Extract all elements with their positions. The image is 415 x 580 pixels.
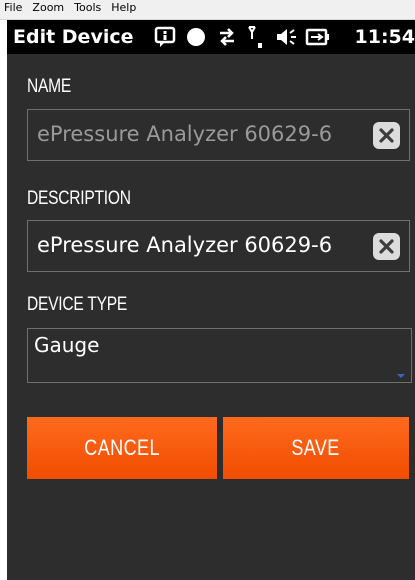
device-type-label: DEVICE TYPE (27, 294, 128, 315)
cancel-button-label: CANCEL (84, 435, 160, 460)
description-field[interactable]: ePressure Analyzer 60629-6 (27, 220, 410, 272)
device-type-value: Gauge (34, 333, 100, 357)
name-label: NAME (27, 76, 72, 97)
notification-icon[interactable] (150, 23, 180, 51)
dropdown-arrow-icon (397, 374, 405, 378)
clock-time: 11:54 (354, 26, 415, 48)
menu-file[interactable]: File (0, 0, 28, 14)
menu-zoom[interactable]: Zoom (28, 0, 70, 14)
battery-charging-icon (302, 23, 334, 51)
status-bar: Edit Device 11:54 (7, 20, 415, 54)
description-label: DESCRIPTION (27, 188, 131, 209)
clear-name-icon[interactable] (373, 122, 400, 149)
data-transfer-icon (212, 23, 242, 51)
device-type-select[interactable]: Gauge (27, 328, 412, 383)
menu-help[interactable]: Help (107, 0, 142, 14)
save-button[interactable]: SAVE (223, 417, 409, 479)
name-value: ePressure Analyzer 60629-6 (37, 122, 333, 146)
edit-device-form: NAME ePressure Analyzer 60629-6 DESCRIPT… (7, 54, 415, 580)
name-field[interactable]: ePressure Analyzer 60629-6 (27, 109, 410, 161)
window-menu-bar: File Zoom Tools Help (0, 0, 415, 20)
description-value: ePressure Analyzer 60629-6 (37, 233, 333, 257)
clear-description-icon[interactable] (373, 233, 400, 260)
save-button-label: SAVE (291, 435, 341, 460)
menu-tools[interactable]: Tools (70, 0, 107, 14)
cancel-button[interactable]: CANCEL (27, 417, 217, 479)
record-dot-icon (180, 23, 212, 51)
status-icons (150, 23, 355, 51)
volume-icon[interactable] (272, 23, 302, 51)
signal-strength-icon (242, 23, 272, 51)
page-title: Edit Device (13, 26, 134, 48)
